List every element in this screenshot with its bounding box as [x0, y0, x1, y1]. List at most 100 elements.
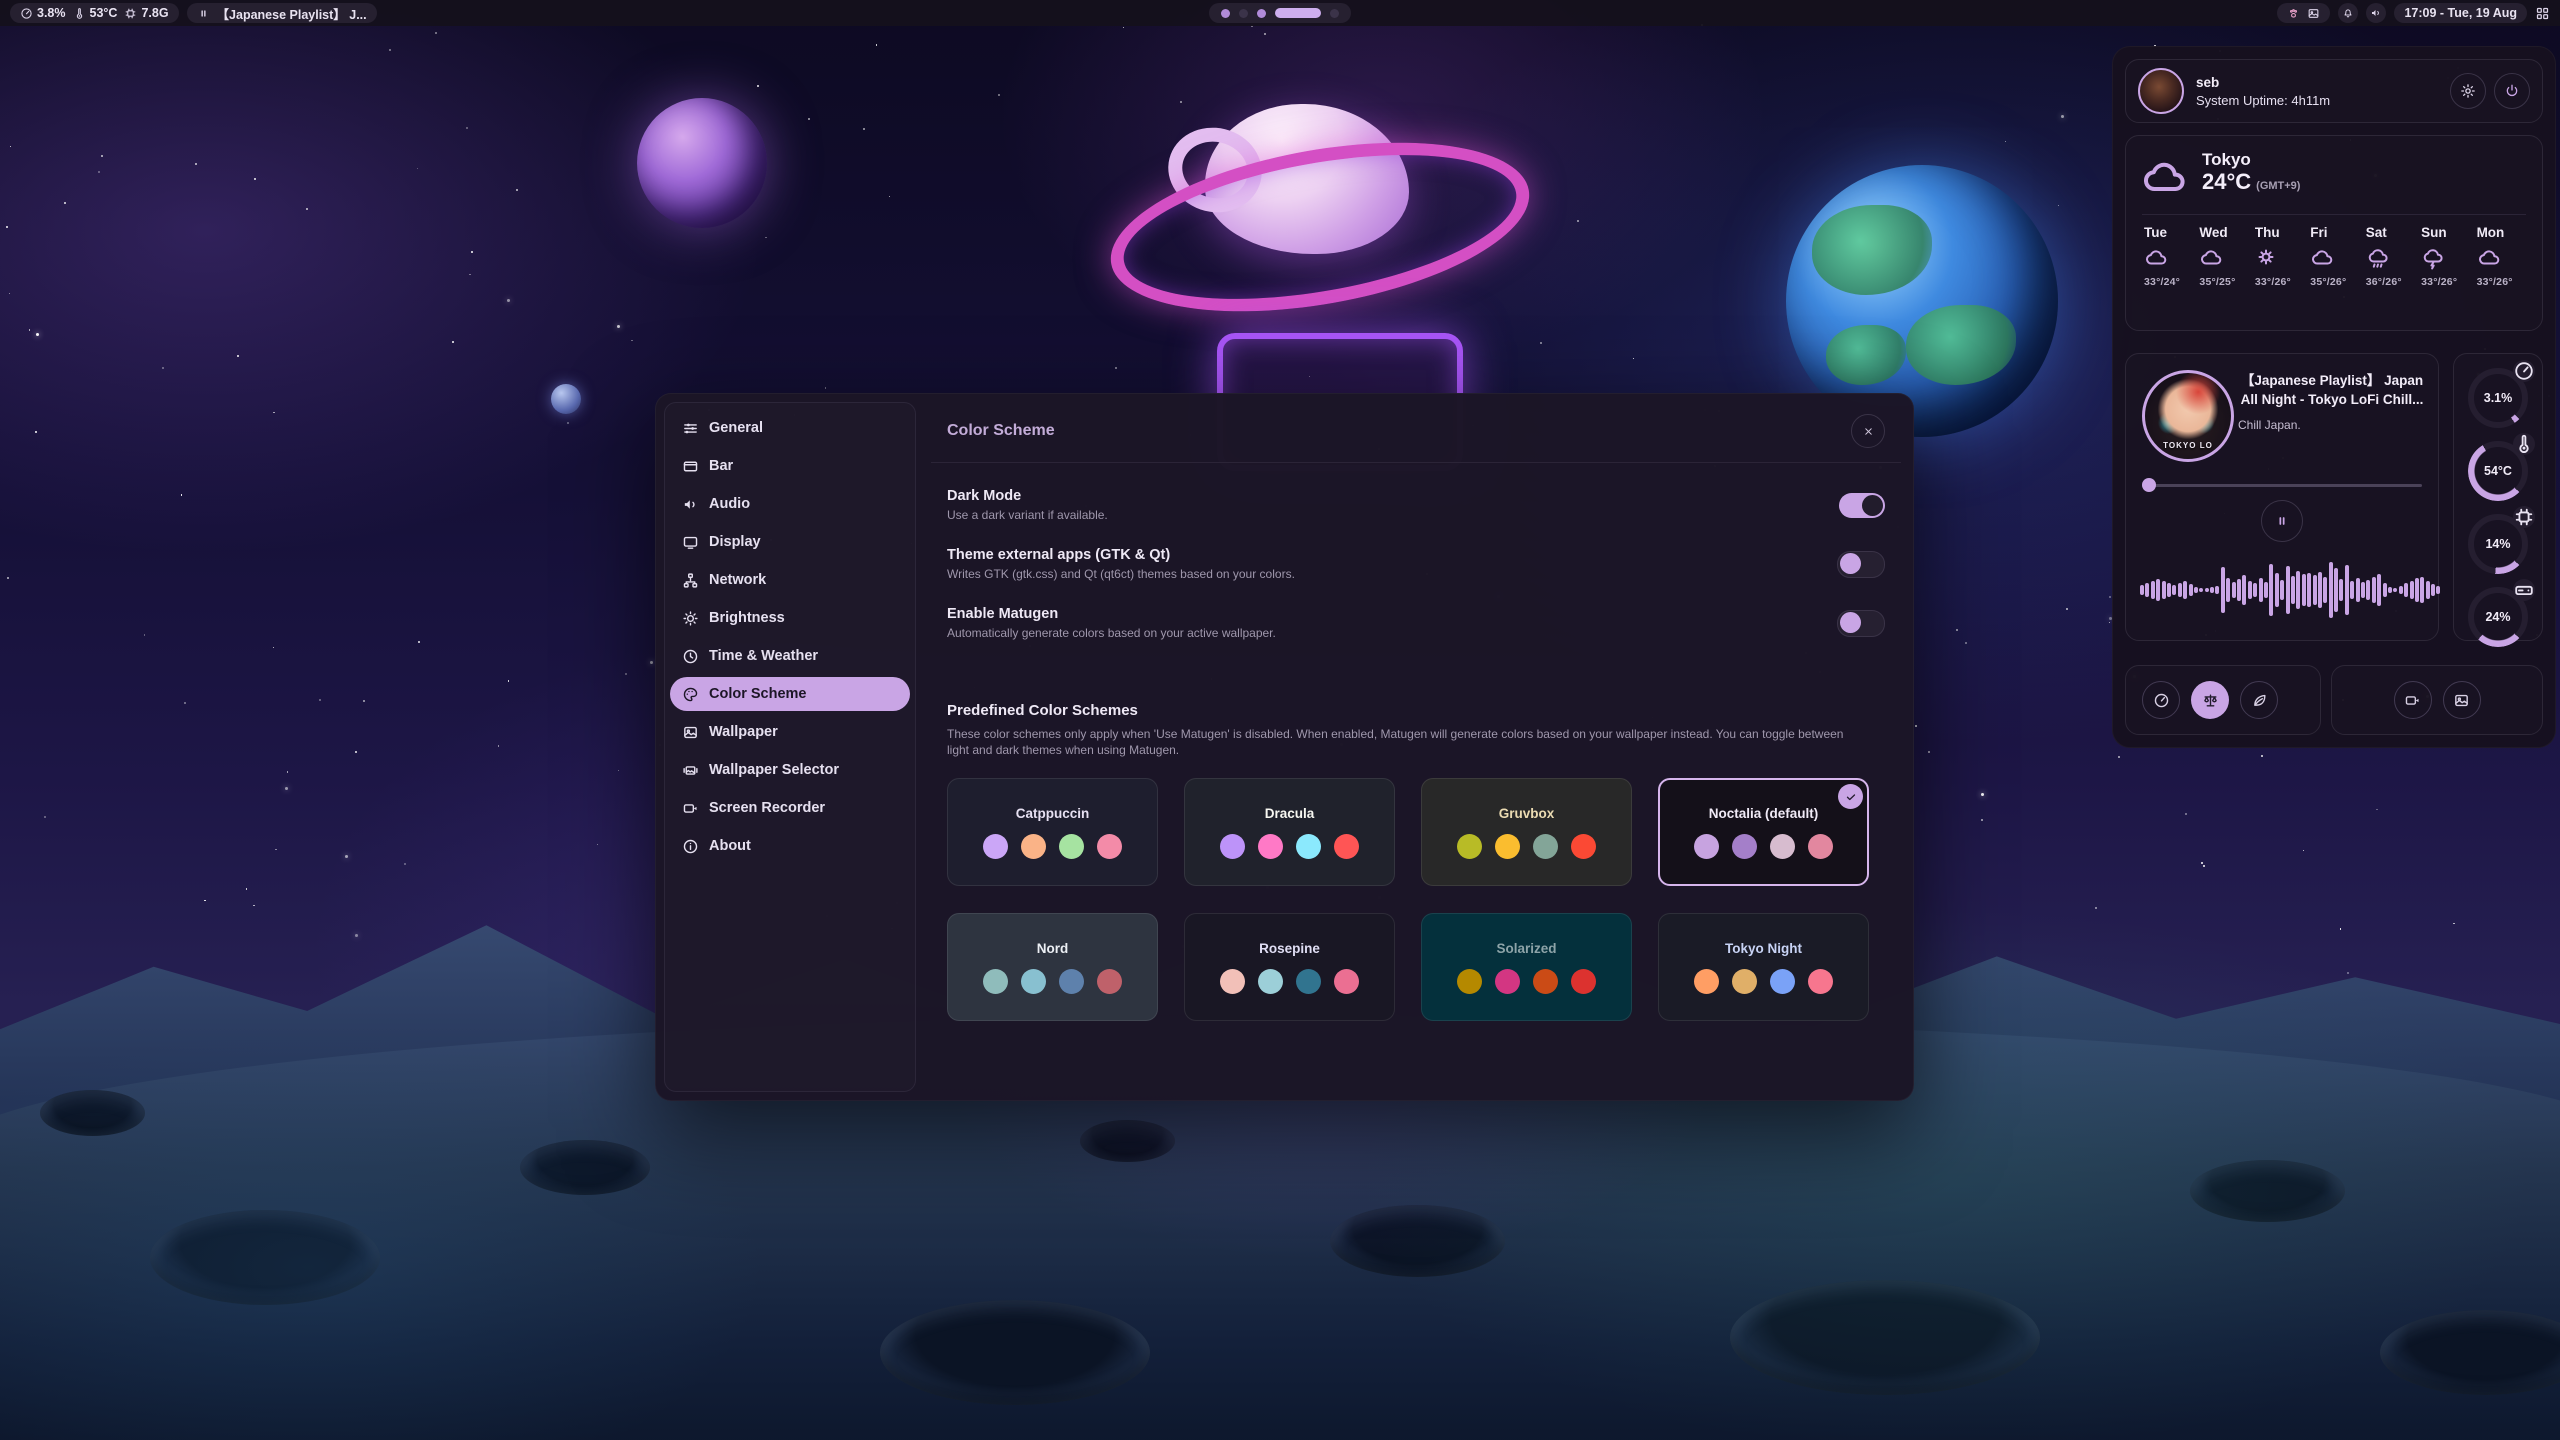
avatar: [2138, 68, 2184, 114]
system-gauge: 3.1%: [2468, 368, 2528, 428]
color-scheme-card[interactable]: Tokyo Night: [1658, 913, 1869, 1021]
swatch: [1097, 834, 1122, 859]
swatch: [1770, 969, 1795, 994]
sidebar-item-wallpaper-selector[interactable]: Wallpaper Selector: [670, 753, 910, 787]
workspace-1[interactable]: [1221, 9, 1230, 18]
close-button[interactable]: [1851, 414, 1885, 448]
chip-icon: [124, 7, 137, 20]
sidebar-item-brightness[interactable]: Brightness: [670, 601, 910, 635]
scheme-name: Gruvbox: [1499, 806, 1555, 821]
scheme-name: Noctalia (default): [1709, 806, 1819, 821]
setting-row: Dark Mode Use a dark variant if availabl…: [931, 488, 1901, 522]
scheme-name: Nord: [1037, 941, 1069, 956]
swatch: [1571, 834, 1596, 859]
clock-pill[interactable]: 17:09 - Tue, 19 Aug: [2394, 3, 2527, 23]
setting-description: Use a dark variant if available.: [947, 508, 1108, 522]
image-quick-button[interactable]: [2443, 681, 2481, 719]
weather-temp: 24°C(GMT+9): [2202, 170, 2300, 193]
color-scheme-card[interactable]: Noctalia (default): [1658, 778, 1869, 886]
system-stat: 53°C: [73, 6, 118, 20]
workspace-indicator[interactable]: [1209, 3, 1351, 23]
workspace-2[interactable]: [1239, 9, 1248, 18]
workspace-5[interactable]: [1330, 9, 1339, 18]
swatch: [1533, 834, 1558, 859]
sidebar-item-label: Network: [709, 572, 766, 588]
settings-button[interactable]: [2450, 73, 2486, 109]
leaf-quick-button[interactable]: [2240, 681, 2278, 719]
tray-pill[interactable]: [2277, 3, 2330, 23]
toggle-switch[interactable]: [1837, 551, 1885, 578]
color-scheme-card[interactable]: Dracula: [1184, 778, 1395, 886]
gauge-icon: [2513, 360, 2535, 382]
clock-label: 17:09 - Tue, 19 Aug: [2404, 6, 2517, 20]
display-icon: [682, 534, 699, 551]
sidebar-item-label: General: [709, 420, 763, 436]
color-scheme-card[interactable]: Solarized: [1421, 913, 1632, 1021]
swatch: [1694, 969, 1719, 994]
sidebar-item-general[interactable]: General: [670, 411, 910, 445]
play-pause-button[interactable]: [2261, 500, 2303, 542]
system-stats-pill[interactable]: 3.8% 53°C 7.8G: [10, 3, 179, 23]
dashboard-grid-icon[interactable]: [2535, 6, 2550, 21]
palette-icon: [682, 686, 699, 703]
sidebar-item-color-scheme[interactable]: Color Scheme: [670, 677, 910, 711]
toggle-switch[interactable]: [1839, 493, 1885, 518]
volume-button[interactable]: [2366, 3, 2386, 23]
media-texts: 【Japanese Playlist】 Japan All Night - To…: [2238, 372, 2426, 432]
settings-sidebar: General Bar Audio Display Network Bright…: [664, 402, 916, 1092]
swatch: [1571, 969, 1596, 994]
scheme-swatches: [1220, 969, 1359, 994]
sidebar-item-display[interactable]: Display: [670, 525, 910, 559]
pause-icon: [2274, 513, 2290, 529]
sidebar-item-bar[interactable]: Bar: [670, 449, 910, 483]
swatch: [1334, 834, 1359, 859]
seek-bar[interactable]: [2142, 478, 2422, 492]
setting-label: Dark Mode: [947, 488, 1108, 504]
leaf-icon: [2251, 692, 2268, 709]
sidebar-item-network[interactable]: Network: [670, 563, 910, 597]
swatch: [1220, 969, 1245, 994]
wallpaper-icon: [682, 724, 699, 741]
tray-image-icon[interactable]: [2307, 7, 2320, 20]
color-scheme-card[interactable]: Nord: [947, 913, 1158, 1021]
swatch: [1059, 834, 1084, 859]
desktop: 3.8% 53°C 7.8G 【Japanese Playlist】 J...: [0, 0, 2560, 1440]
scheme-name: Solarized: [1496, 941, 1556, 956]
sidebar-item-wallpaper[interactable]: Wallpaper: [670, 715, 910, 749]
image-icon: [2453, 692, 2470, 709]
setting-row: Theme external apps (GTK & Qt) Writes GT…: [931, 547, 1901, 581]
side-panel: seb System Uptime: 4h11m Tokyo 24°C(GMT+…: [2112, 46, 2556, 748]
swatch: [983, 969, 1008, 994]
swatch: [1694, 834, 1719, 859]
color-scheme-card[interactable]: Rosepine: [1184, 913, 1395, 1021]
toggle-switch[interactable]: [1837, 610, 1885, 637]
sidebar-item-audio[interactable]: Audio: [670, 487, 910, 521]
media-pill[interactable]: 【Japanese Playlist】 J...: [187, 3, 377, 23]
settings-window: General Bar Audio Display Network Bright…: [655, 393, 1914, 1101]
workspace-3[interactable]: [1257, 9, 1266, 18]
sidebar-item-about[interactable]: About: [670, 829, 910, 863]
video-quick-button[interactable]: [2394, 681, 2432, 719]
tray-app-icon[interactable]: [2287, 7, 2300, 20]
workspace-4[interactable]: [1275, 8, 1321, 18]
seek-handle[interactable]: [2142, 478, 2156, 492]
gauge-quick-button[interactable]: [2142, 681, 2180, 719]
sidebar-item-label: Wallpaper: [709, 724, 778, 740]
weather-forecast: Tue 33°/24° Wed 35°/25° Thu 33°/26° Fri …: [2140, 225, 2528, 288]
sidebar-item-label: Audio: [709, 496, 750, 512]
forecast-day: Wed 35°/25°: [2195, 225, 2250, 288]
swatch: [1732, 969, 1757, 994]
swatch: [1021, 834, 1046, 859]
swatch: [1296, 969, 1321, 994]
swatch: [983, 834, 1008, 859]
bar-left: 3.8% 53°C 7.8G 【Japanese Playlist】 J...: [10, 3, 377, 23]
color-scheme-card[interactable]: Catppuccin: [947, 778, 1158, 886]
sidebar-item-screen-recorder[interactable]: Screen Recorder: [670, 791, 910, 825]
color-scheme-card[interactable]: Gruvbox: [1421, 778, 1632, 886]
power-button[interactable]: [2494, 73, 2530, 109]
sliders-icon: [682, 420, 699, 437]
notifications-button[interactable]: [2338, 3, 2358, 23]
sidebar-item-time-weather[interactable]: Time & Weather: [670, 639, 910, 673]
forecast-day: Thu 33°/26°: [2251, 225, 2306, 288]
scales-quick-button[interactable]: [2191, 681, 2229, 719]
